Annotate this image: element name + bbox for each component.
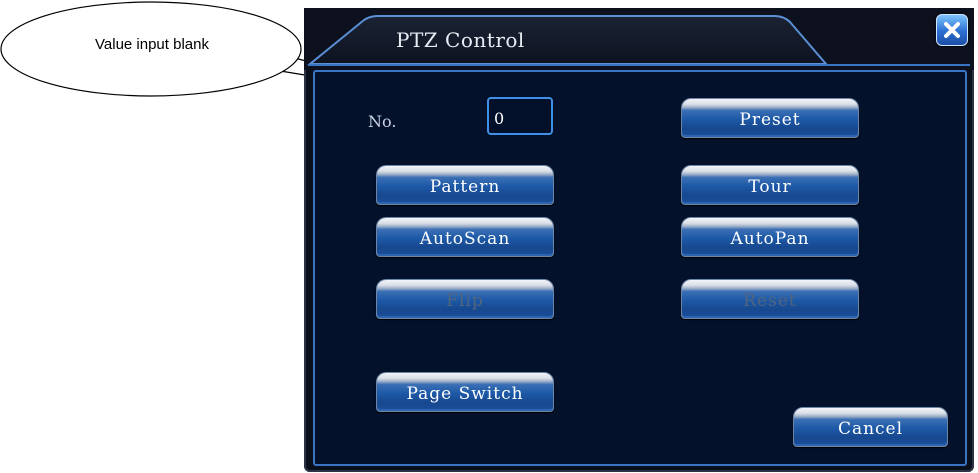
autoscan-button[interactable]: AutoScan: [376, 217, 554, 257]
pattern-button[interactable]: Pattern: [376, 165, 554, 205]
callout-text: Value input blank: [95, 36, 209, 53]
no-label: No.: [368, 112, 397, 131]
no-value-input[interactable]: 0: [487, 97, 553, 135]
tour-button[interactable]: Tour: [681, 165, 859, 205]
flip-button: Flip: [376, 279, 554, 319]
page-switch-button[interactable]: Page Switch: [376, 372, 554, 412]
preset-button[interactable]: Preset: [681, 98, 859, 138]
ptz-control-dialog: PTZ Control No. 0 Preset Pattern Tour Au…: [304, 8, 974, 472]
autopan-button[interactable]: AutoPan: [681, 217, 859, 257]
cancel-button[interactable]: Cancel: [793, 407, 948, 447]
dialog-title: PTZ Control: [396, 28, 525, 52]
reset-button: Reset: [681, 279, 859, 319]
ptz-panel: No. 0 Preset Pattern Tour AutoScan AutoP…: [313, 70, 967, 466]
close-x-icon: [944, 22, 960, 38]
close-button[interactable]: [936, 14, 968, 46]
